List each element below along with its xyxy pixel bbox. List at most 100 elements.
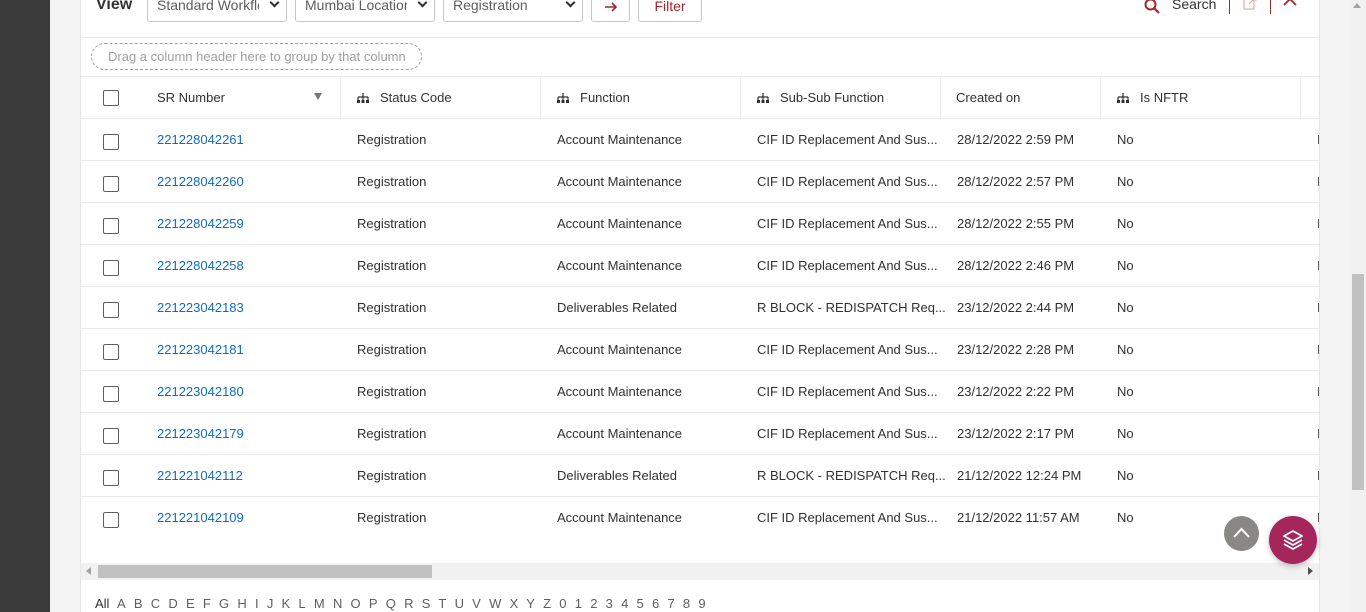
alpha-filter-letter[interactable]: Q [386,596,396,611]
column-header-created-on[interactable]: Created on [956,77,1020,119]
alpha-filter-digit[interactable]: 7 [667,596,674,611]
alpha-filter-digit[interactable]: 9 [698,596,705,611]
table-row[interactable]: 221221042112 Registration Deliverables R… [81,455,1319,497]
layers-fab-button[interactable] [1269,516,1317,564]
alpha-filter-letter[interactable]: N [333,596,342,611]
pop-out-icon[interactable] [1243,0,1257,10]
alpha-filter-letter[interactable]: E [186,596,195,611]
alpha-filter-letter[interactable]: T [438,596,446,611]
column-header-is-nftr[interactable]: Is NFTR [1140,77,1188,119]
table-row[interactable]: 221223042181 Registration Account Mainte… [81,329,1319,371]
alpha-filter-digit[interactable]: 6 [652,596,659,611]
column-divider[interactable] [340,77,341,119]
table-row[interactable]: 221228042259 Registration Account Mainte… [81,203,1319,245]
sr-number-link[interactable]: 221221042109 [157,497,244,538]
alpha-filter-letter[interactable]: K [282,596,291,611]
row-checkbox[interactable] [103,512,119,528]
alpha-filter-letter[interactable]: C [151,596,160,611]
status-code-cell: Registration [357,258,427,273]
chevron-up-icon[interactable] [1283,0,1297,8]
scroll-up-arrow-icon[interactable] [1353,3,1361,8]
alpha-filter-digit[interactable]: 4 [621,596,628,611]
alpha-filter-letter[interactable]: A [117,596,126,611]
sr-number-link[interactable]: 221228042259 [157,203,244,244]
sr-number-link[interactable]: 221223042183 [157,287,244,328]
column-divider[interactable] [740,77,741,119]
table-row[interactable]: 221223042179 Registration Account Mainte… [81,413,1319,455]
alpha-filter-letter[interactable]: V [472,596,481,611]
alpha-filter-letter[interactable]: I [255,596,259,611]
alpha-filter-digit[interactable]: 3 [606,596,613,611]
sr-number-link[interactable]: 221228042260 [157,161,244,202]
alpha-filter-letter[interactable]: R [404,596,413,611]
filter-button[interactable]: Filter [638,0,702,22]
alpha-filter-letter[interactable]: Y [526,596,535,611]
alpha-filter-digit[interactable]: 1 [575,596,582,611]
vertical-scrollbar-thumb[interactable] [1352,274,1364,490]
column-header-sub-sub-function[interactable]: Sub-Sub Function [780,77,884,119]
sr-number-link[interactable]: 221223042180 [157,371,244,412]
column-header-status-code[interactable]: Status Code [380,77,452,119]
scroll-left-arrow-icon[interactable] [86,567,91,575]
alpha-filter-letter[interactable]: U [455,596,464,611]
table-row[interactable]: 221223042180 Registration Account Mainte… [81,371,1319,413]
row-checkbox[interactable] [103,218,119,234]
alpha-filter-letter[interactable]: W [489,596,501,611]
row-checkbox[interactable] [103,176,119,192]
alpha-filter-digit[interactable]: 5 [637,596,644,611]
table-row[interactable]: 221228042260 Registration Account Mainte… [81,161,1319,203]
alpha-filter-digit[interactable]: 8 [683,596,690,611]
horizontal-scrollbar-thumb[interactable] [98,565,432,578]
table-row[interactable]: 221221042109 Registration Account Mainte… [81,497,1319,539]
alpha-filter-letter[interactable]: Z [543,596,551,611]
alpha-filter-letter[interactable]: B [134,596,143,611]
sr-number-link[interactable]: 221223042179 [157,413,244,454]
alpha-filter-letter[interactable]: P [369,596,378,611]
scroll-right-arrow-icon[interactable] [1308,567,1313,575]
sr-number-link[interactable]: 221223042181 [157,329,244,370]
alpha-filter-letter[interactable]: G [219,596,229,611]
row-checkbox[interactable] [103,302,119,318]
sr-number-link[interactable]: 221221042112 [157,455,243,496]
row-checkbox[interactable] [103,134,119,150]
alpha-filter-letter[interactable]: L [298,596,305,611]
row-checkbox[interactable] [103,344,119,360]
alpha-filter-letter[interactable]: D [168,596,177,611]
alpha-filter-letter[interactable]: J [267,596,274,611]
sr-number-link[interactable]: 221228042258 [157,245,244,286]
table-row[interactable]: 221223042183 Registration Deliverables R… [81,287,1319,329]
go-button[interactable] [591,0,630,22]
location-dropdown[interactable]: Mumbai Location A [295,0,435,22]
alpha-filter-all[interactable]: All [95,596,109,611]
alpha-filter-digit[interactable]: 2 [590,596,597,611]
group-by-drop-zone[interactable]: Drag a column header here to group by th… [91,43,422,70]
search-icon[interactable] [1144,0,1160,14]
table-row[interactable]: 221228042261 Registration Account Mainte… [81,119,1319,161]
next-column-cell: I [1317,258,1319,273]
alpha-filter-letter[interactable]: O [351,596,361,611]
alpha-filter-letter[interactable]: F [203,596,211,611]
alpha-filter-letter[interactable]: S [422,596,431,611]
select-all-checkbox[interactable] [103,90,119,106]
search-label[interactable]: Search [1172,0,1216,12]
status-dropdown[interactable]: Registration [443,0,583,22]
row-checkbox[interactable] [103,470,119,486]
column-divider[interactable] [1100,77,1101,119]
column-header-function[interactable]: Function [580,77,630,119]
column-divider[interactable] [940,77,941,119]
alpha-filter-letter[interactable]: M [314,596,325,611]
scroll-to-top-button[interactable] [1224,516,1259,551]
column-divider[interactable] [540,77,541,119]
column-divider[interactable] [1300,77,1301,119]
alpha-filter-digit[interactable]: 0 [559,596,566,611]
alpha-filter-letter[interactable]: X [510,596,519,611]
sort-desc-icon[interactable] [314,93,322,100]
workflow-dropdown[interactable]: Standard Workflow [147,0,287,22]
alpha-filter-letter[interactable]: H [237,596,246,611]
row-checkbox[interactable] [103,386,119,402]
row-checkbox[interactable] [103,428,119,444]
column-header-sr-number[interactable]: SR Number [157,77,225,119]
table-row[interactable]: 221228042258 Registration Account Mainte… [81,245,1319,287]
sr-number-link[interactable]: 221228042261 [157,119,244,160]
row-checkbox[interactable] [103,260,119,276]
